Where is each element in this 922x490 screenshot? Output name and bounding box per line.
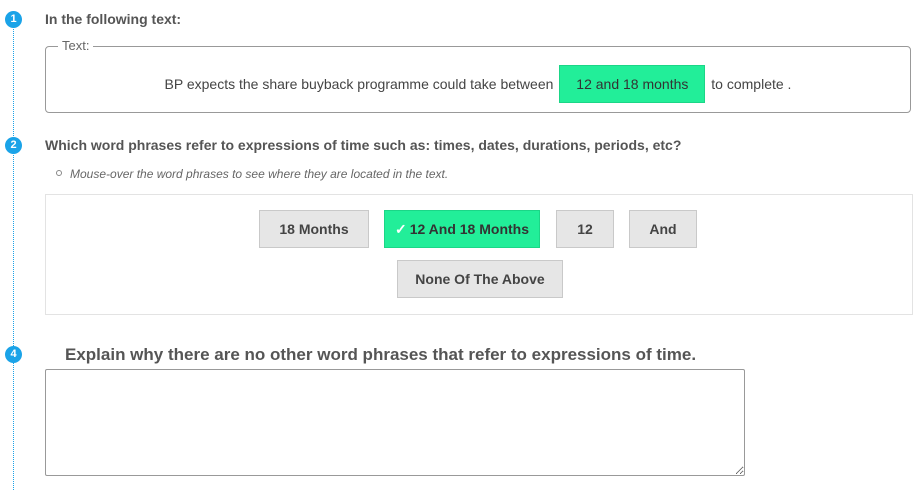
section1-heading: In the following text: xyxy=(45,11,182,27)
text-fieldset: Text: BP expects the share buyback progr… xyxy=(45,38,911,113)
step-badge-2: 2 xyxy=(5,137,22,154)
step-badge-4: 4 xyxy=(5,346,22,363)
highlighted-phrase: 12 and 18 months xyxy=(559,65,706,103)
option-12[interactable]: 12 xyxy=(556,210,614,248)
text-legend: Text: xyxy=(58,38,94,53)
option-label: 12 xyxy=(577,221,593,237)
sentence-after: to complete . xyxy=(711,76,792,92)
option-label: None Of The Above xyxy=(415,271,545,287)
explanation-question: Explain why there are no other word phra… xyxy=(65,345,697,364)
hint-bullet-icon xyxy=(56,170,62,176)
step-badge-1: 1 xyxy=(5,11,22,28)
step-rail xyxy=(13,20,14,490)
option-12-and-18-months[interactable]: ✓ 12 And 18 Months xyxy=(384,210,540,248)
option-none-of-the-above[interactable]: None Of The Above xyxy=(397,260,563,298)
passage-sentence: BP expects the share buyback programme c… xyxy=(46,65,910,103)
option-18-months[interactable]: 18 Months xyxy=(259,210,369,248)
section2-heading: Which word phrases refer to expressions … xyxy=(45,137,682,153)
option-label: 18 Months xyxy=(279,221,349,237)
option-and[interactable]: And xyxy=(629,210,697,248)
checkmark-icon: ✓ xyxy=(394,221,407,237)
sentence-before: BP expects the share buyback programme c… xyxy=(164,76,554,92)
options-panel: 18 Months ✓ 12 And 18 Months 12 And None … xyxy=(45,194,913,315)
option-label: And xyxy=(649,221,677,237)
hint-text: Mouse-over the word phrases to see where… xyxy=(70,167,449,181)
explanation-textarea[interactable] xyxy=(45,369,745,476)
option-label: 12 And 18 Months xyxy=(409,221,529,237)
